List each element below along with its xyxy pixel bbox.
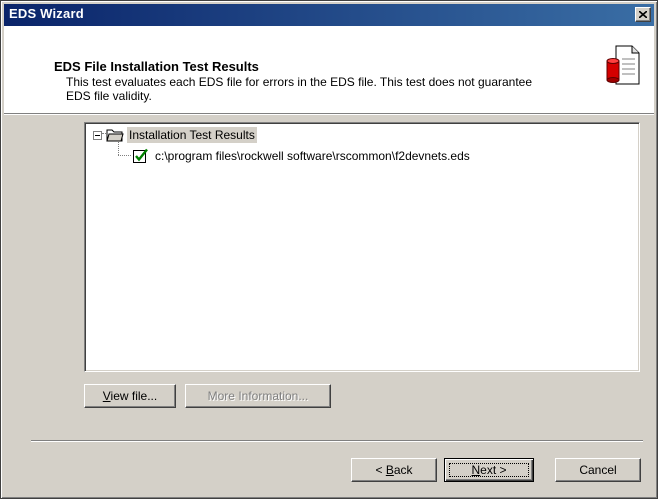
wizard-header: EDS File Installation Test Results This … bbox=[4, 26, 654, 115]
more-information-label: More Information... bbox=[207, 388, 309, 403]
tree-root-label: Installation Test Results bbox=[127, 127, 257, 143]
test-results-tree[interactable]: Installation Test Results c:\program fil… bbox=[84, 122, 640, 372]
more-information-button[interactable]: More Information... bbox=[185, 384, 331, 408]
back-button[interactable]: < Back bbox=[351, 458, 437, 482]
tree-node-root[interactable]: Installation Test Results bbox=[93, 127, 257, 143]
next-text: ext > bbox=[480, 462, 507, 477]
next-label: Next > bbox=[471, 463, 506, 477]
page-title: EDS File Installation Test Results bbox=[54, 59, 259, 74]
footer-separator bbox=[31, 440, 643, 442]
back-mnemonic: B bbox=[385, 462, 394, 477]
checkmark-icon bbox=[133, 148, 148, 163]
back-label: < Back bbox=[375, 463, 412, 477]
eds-document-icon bbox=[606, 45, 640, 85]
collapse-toggle-icon[interactable] bbox=[93, 130, 102, 140]
tree-connector bbox=[118, 155, 131, 156]
page-description: This test evaluates each EDS file for er… bbox=[66, 75, 533, 103]
window-title: EDS Wizard bbox=[9, 6, 84, 21]
view-file-text: iew file... bbox=[110, 388, 158, 403]
next-button[interactable]: Next > bbox=[444, 458, 534, 482]
cancel-label: Cancel bbox=[579, 462, 617, 477]
close-button[interactable] bbox=[635, 7, 651, 22]
eds-wizard-dialog: EDS Wizard EDS File Installation Test Re… bbox=[0, 0, 658, 499]
view-file-button[interactable]: View file... bbox=[84, 384, 176, 408]
close-icon bbox=[639, 11, 647, 18]
view-file-mnemonic: V bbox=[102, 388, 111, 403]
cancel-button[interactable]: Cancel bbox=[555, 458, 641, 482]
next-mnemonic: N bbox=[471, 462, 481, 477]
folder-icon bbox=[106, 129, 124, 142]
tree-node-eds-file[interactable]: c:\program files\rockwell software\rscom… bbox=[132, 148, 472, 164]
title-bar[interactable]: EDS Wizard bbox=[4, 4, 654, 26]
back-prefix: < bbox=[375, 462, 386, 477]
eds-file-path: c:\program files\rockwell software\rscom… bbox=[155, 149, 470, 163]
tree-connector bbox=[118, 142, 119, 155]
view-file-label: View file... bbox=[103, 389, 157, 403]
back-text: ack bbox=[393, 462, 413, 477]
